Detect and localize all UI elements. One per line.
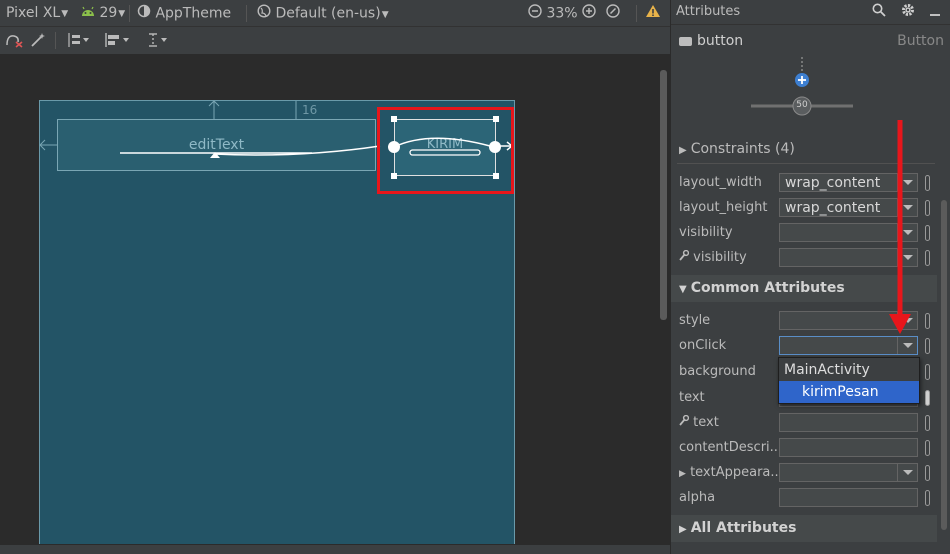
collapse-arrow-icon: ▼ (679, 284, 687, 295)
common-attributes-section[interactable]: ▼ Common Attributes (671, 275, 937, 302)
tools-visibility-label: visibility (693, 250, 747, 265)
component-id[interactable]: button (697, 33, 743, 49)
onclick-field[interactable] (779, 336, 918, 355)
resource-picker-button[interactable] (925, 175, 930, 191)
visibility-field[interactable] (779, 223, 918, 242)
resource-picker-button[interactable] (925, 200, 930, 216)
tools-text-field[interactable] (779, 413, 918, 432)
layout-height-value: wrap_content (785, 200, 881, 216)
onclick-label: onClick (679, 338, 727, 353)
attributes-scrollbar[interactable] (941, 200, 947, 530)
resource-picker-button[interactable] (925, 440, 930, 456)
section-divider (677, 163, 935, 164)
resource-picker-button[interactable] (925, 415, 930, 431)
layout-width-value: wrap_content (785, 175, 881, 191)
chevron-down-icon[interactable] (897, 174, 917, 191)
constraint-widget[interactable] (671, 55, 941, 120)
resource-picker-button[interactable] (925, 338, 930, 354)
attributes-title: Attributes (676, 4, 741, 19)
selection-highlight-box (377, 107, 514, 194)
chevron-down-icon[interactable] (897, 199, 917, 216)
chevron-down-icon[interactable] (897, 464, 917, 481)
layout-width-field[interactable]: wrap_content (779, 173, 918, 192)
layout-height-label: layout_height (679, 200, 768, 215)
expand-arrow-icon: ▶ (679, 524, 687, 535)
background-label: background (679, 364, 756, 379)
content-description-label: contentDescri... (679, 440, 779, 455)
tools-visibility-row-label: visibility (679, 250, 779, 265)
attributes-header: Attributes (671, 0, 950, 25)
content-description-field[interactable] (779, 438, 918, 457)
dropdown-option-header[interactable]: MainActivity (779, 359, 919, 381)
visibility-label: visibility (679, 225, 733, 240)
resource-picker-button[interactable] (925, 390, 930, 406)
expand-arrow-icon: ▶ (679, 145, 687, 156)
chevron-down-icon[interactable] (897, 337, 917, 354)
text-appearance-row-label: ▶ textAppeara... (679, 465, 779, 480)
tools-text-label: text (693, 415, 719, 430)
component-type: Button (897, 33, 944, 49)
chevron-down-icon[interactable] (897, 249, 917, 266)
expand-arrow-icon[interactable]: ▶ (679, 469, 686, 479)
text-appearance-field[interactable] (779, 463, 918, 482)
all-attributes-label: All Attributes (690, 520, 797, 536)
style-field[interactable] (779, 311, 918, 330)
common-attributes-label: Common Attributes (690, 280, 845, 296)
minimize-icon[interactable] (929, 5, 941, 21)
gear-icon[interactable] (901, 4, 929, 21)
constraints-section-label: Constraints (4) (690, 141, 795, 157)
constraints-section[interactable]: ▶ Constraints (4) (671, 136, 937, 163)
component-header: button Button (671, 27, 950, 55)
attributes-panel: Attributes button Button 50 ▶ Constraints… (670, 0, 950, 554)
layout-width-label: layout_width (679, 175, 762, 190)
wrench-icon (679, 415, 693, 430)
attributes-header-actions (872, 3, 941, 21)
resource-picker-button[interactable] (925, 364, 930, 380)
wrench-icon (679, 250, 693, 265)
chevron-down-icon[interactable] (897, 224, 917, 241)
chevron-down-icon[interactable] (897, 312, 917, 329)
style-label: style (679, 313, 711, 328)
design-editor: Pixel XL▼ 29▼ AppTheme Default (en-us)▼ (0, 0, 670, 554)
onclick-dropdown-list: MainActivity kirimPesan (778, 357, 920, 404)
bias-slider-value[interactable]: 50 (792, 100, 812, 110)
all-attributes-section[interactable]: ▶ All Attributes (671, 515, 937, 542)
resource-picker-button[interactable] (925, 465, 930, 481)
text-label: text (679, 390, 705, 405)
alpha-label: alpha (679, 490, 716, 505)
resource-picker-button[interactable] (925, 225, 930, 241)
resource-picker-button[interactable] (925, 490, 930, 506)
constraint-overlay (39, 100, 514, 179)
layout-height-field[interactable]: wrap_content (779, 198, 918, 217)
alpha-field[interactable] (779, 488, 918, 507)
resource-picker-button[interactable] (925, 250, 930, 266)
resource-picker-button[interactable] (925, 313, 930, 329)
tools-text-row-label: text (679, 415, 779, 430)
tools-visibility-field[interactable] (779, 248, 918, 267)
search-icon[interactable] (872, 3, 900, 21)
button-component-icon (679, 37, 692, 46)
text-appearance-label: textAppeara... (690, 465, 779, 480)
dropdown-option-selected[interactable]: kirimPesan (779, 381, 919, 403)
